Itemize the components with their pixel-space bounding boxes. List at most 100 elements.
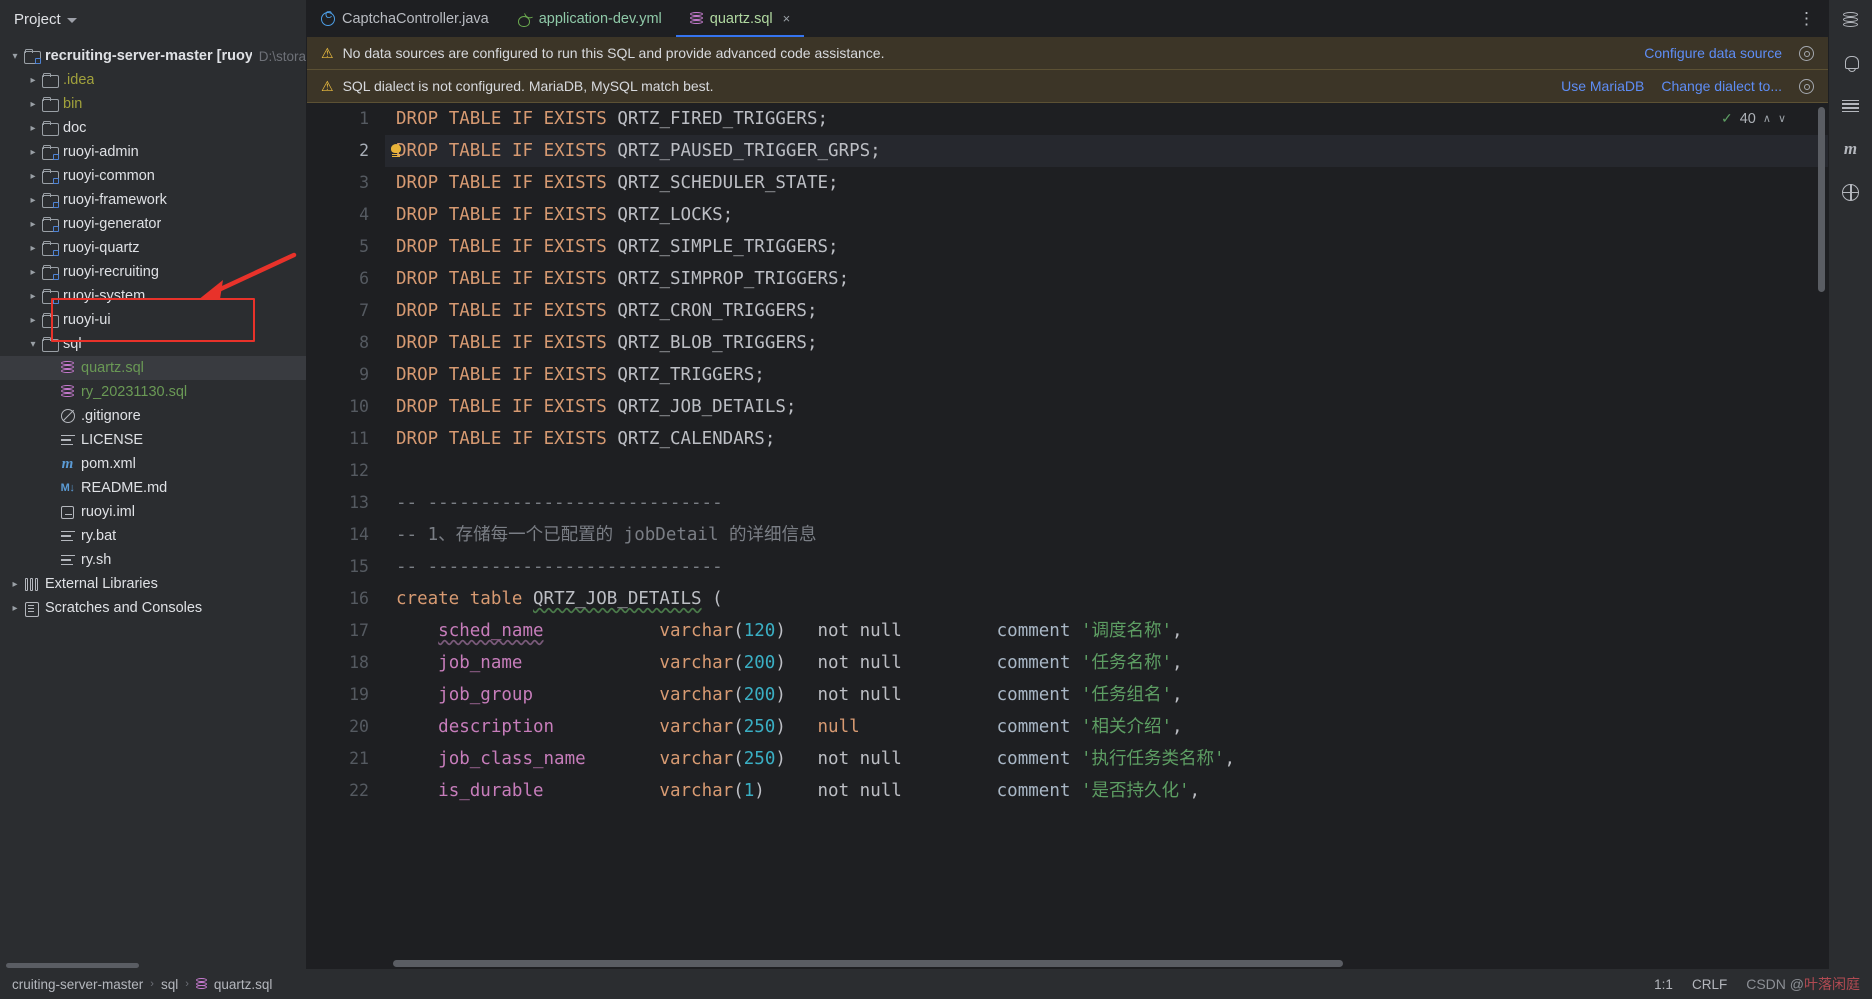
tree-item-ry-20231130-sql[interactable]: ry_20231130.sql <box>0 380 306 404</box>
banner-action-use-mariadb[interactable]: Use MariaDB <box>1561 78 1644 94</box>
tree-item-ruoyi-recruiting[interactable]: ▸ ruoyi-recruiting <box>0 260 306 284</box>
project-panel-hscrollbar[interactable] <box>0 961 306 969</box>
project-tree[interactable]: ▾ recruiting-server-master [ruoyi] D:\stor… <box>0 38 306 969</box>
line-number[interactable]: 7 <box>307 295 385 327</box>
tree-item-ruoyi-common[interactable]: ▸ ruoyi-common <box>0 164 306 188</box>
chevron-right-icon[interactable]: ▸ <box>26 267 40 278</box>
tree-item-bin[interactable]: ▸ bin <box>0 92 306 116</box>
line-number[interactable]: 22 <box>307 775 385 807</box>
chevron-down-icon[interactable]: ▾ <box>8 51 22 62</box>
line-number[interactable]: 6 <box>307 263 385 295</box>
chevron-right-icon[interactable]: ▸ <box>26 123 40 134</box>
tree-item-external-libraries[interactable]: ▸ External Libraries <box>0 572 306 596</box>
code-editor[interactable]: 1 2 3 4 5 6 7 8 9 10 11 12 13 14 15 16 17 18 19 20 21 22 DROP… <box>307 103 1828 969</box>
tree-item-ruoyi-quartz[interactable]: ▸ ruoyi-quartz <box>0 236 306 260</box>
line-number[interactable]: 2 <box>307 135 385 167</box>
editor-code[interactable]: DROP TABLE IF EXISTS QRTZ_FIRED_TRIGGERS… <box>385 103 1828 969</box>
banner-action-change-dialect-to-[interactable]: Change dialect to... <box>1661 78 1782 94</box>
line-number[interactable]: 4 <box>307 199 385 231</box>
line-number[interactable]: 12 <box>307 455 385 487</box>
chevron-right-icon[interactable]: ▸ <box>26 315 40 326</box>
chevron-down-icon[interactable]: ∨ <box>1778 112 1786 125</box>
chevron-down-icon[interactable]: ▾ <box>26 339 40 350</box>
line-number[interactable]: 16 <box>307 583 385 615</box>
tree-item-ruoyi-generator[interactable]: ▸ ruoyi-generator <box>0 212 306 236</box>
line-number[interactable]: 3 <box>307 167 385 199</box>
chevron-right-icon[interactable]: ▸ <box>8 603 22 614</box>
line-number[interactable]: 13 <box>307 487 385 519</box>
line-number[interactable]: 15 <box>307 551 385 583</box>
chevron-right-icon[interactable]: ▸ <box>26 75 40 86</box>
editor-vertical-scrollbar[interactable] <box>1818 107 1825 292</box>
code-line: DROP TABLE IF EXISTS QRTZ_FIRED_TRIGGERS… <box>396 103 1828 135</box>
tree-item-recruiting-server-master-ruoyi-[interactable]: ▾ recruiting-server-master [ruoyi] D:\stor… <box>0 44 306 68</box>
breadcrumb-item-project[interactable]: cruiting-server-master <box>12 977 143 992</box>
tree-item-quartz-sql[interactable]: quartz.sql <box>0 356 306 380</box>
database-icon[interactable] <box>1840 9 1862 31</box>
line-number[interactable]: 5 <box>307 231 385 263</box>
tree-item-license[interactable]: LICENSE <box>0 428 306 452</box>
line-number[interactable]: 9 <box>307 359 385 391</box>
tree-item-scratches-and-consoles[interactable]: ▸ Scratches and Consoles <box>0 596 306 620</box>
tree-item--gitignore[interactable]: .gitignore <box>0 404 306 428</box>
line-number[interactable]: 11 <box>307 423 385 455</box>
tree-item-ruoyi-admin[interactable]: ▸ ruoyi-admin <box>0 140 306 164</box>
tab-captchacontroller-java[interactable]: CaptchaController.java <box>307 0 503 37</box>
notifications-icon[interactable] <box>1840 52 1862 74</box>
tab-quartz-sql[interactable]: quartz.sql × <box>675 0 805 37</box>
chevron-right-icon[interactable]: ▸ <box>26 171 40 182</box>
web-icon[interactable] <box>1840 181 1862 203</box>
breadcrumb-item-folder[interactable]: sql <box>161 977 178 992</box>
code-token: IF <box>511 301 534 321</box>
tree-item-ry-bat[interactable]: ry.bat <box>0 524 306 548</box>
line-separator[interactable]: CRLF <box>1692 977 1727 992</box>
chevron-right-icon[interactable]: ▸ <box>8 579 22 590</box>
line-number[interactable]: 14 <box>307 519 385 551</box>
editor-gutter[interactable]: 1 2 3 4 5 6 7 8 9 10 11 12 13 14 15 16 17 18 19 20 21 22 <box>307 103 385 969</box>
more-options-icon[interactable]: ⋮ <box>1798 9 1816 29</box>
code-token: 250 <box>743 749 776 769</box>
tree-item-ruoyi-framework[interactable]: ▸ ruoyi-framework <box>0 188 306 212</box>
tree-item-ruoyi-ui[interactable]: ▸ ruoyi-ui <box>0 308 306 332</box>
breadcrumb-item-file[interactable]: quartz.sql <box>214 977 273 992</box>
gear-icon[interactable] <box>1799 45 1814 61</box>
chevron-right-icon[interactable]: ▸ <box>26 195 40 206</box>
line-number[interactable]: 10 <box>307 391 385 423</box>
line-number[interactable]: 19 <box>307 679 385 711</box>
line-number[interactable]: 20 <box>307 711 385 743</box>
chevron-right-icon[interactable]: ▸ <box>26 291 40 302</box>
tree-item-ry-sh[interactable]: ry.sh <box>0 548 306 572</box>
line-number[interactable]: 21 <box>307 743 385 775</box>
line-number[interactable]: 18 <box>307 647 385 679</box>
chevron-right-icon[interactable]: ▸ <box>26 219 40 230</box>
tree-item-doc[interactable]: ▸ doc <box>0 116 306 140</box>
chevron-right-icon[interactable]: ▸ <box>26 147 40 158</box>
tree-item-sql[interactable]: ▾ sql <box>0 332 306 356</box>
gear-icon[interactable] <box>1799 78 1814 94</box>
chevron-right-icon[interactable]: ▸ <box>26 243 40 254</box>
line-number[interactable]: 8 <box>307 327 385 359</box>
chevron-up-icon[interactable]: ∧ <box>1763 112 1771 125</box>
tab-application-dev-yml[interactable]: application-dev.yml <box>503 0 676 37</box>
banner-action-configure-data-source[interactable]: Configure data source <box>1644 45 1782 61</box>
line-number[interactable]: 1 <box>307 103 385 135</box>
tree-item-readme-md[interactable]: M↓ README.md <box>0 476 306 500</box>
editor-horizontal-scrollbar[interactable] <box>393 960 1343 967</box>
intention-bulb-icon[interactable] <box>390 144 403 158</box>
line-number[interactable]: 17 <box>307 615 385 647</box>
chevron-right-icon[interactable]: ▸ <box>26 99 40 110</box>
tree-item-ruoyi-system[interactable]: ▸ ruoyi-system <box>0 284 306 308</box>
structure-icon[interactable] <box>1840 95 1862 117</box>
tree-item--idea[interactable]: ▸ .idea <box>0 68 306 92</box>
tree-item-ruoyi-iml[interactable]: ruoyi.iml <box>0 500 306 524</box>
caret-position[interactable]: 1:1 <box>1654 977 1673 992</box>
code-token: ( <box>733 781 744 801</box>
code-token: '相关介绍' <box>1080 717 1173 737</box>
maven-icon[interactable]: m <box>1840 138 1862 160</box>
tab-label: quartz.sql <box>709 10 773 27</box>
close-icon[interactable]: × <box>783 11 791 26</box>
project-panel-header[interactable]: Project <box>0 0 306 38</box>
chevron-down-icon[interactable] <box>66 17 77 23</box>
tree-item-pom-xml[interactable]: m pom.xml <box>0 452 306 476</box>
inspection-widget[interactable]: ✓ 40 ∧ ∨ <box>1721 110 1786 127</box>
